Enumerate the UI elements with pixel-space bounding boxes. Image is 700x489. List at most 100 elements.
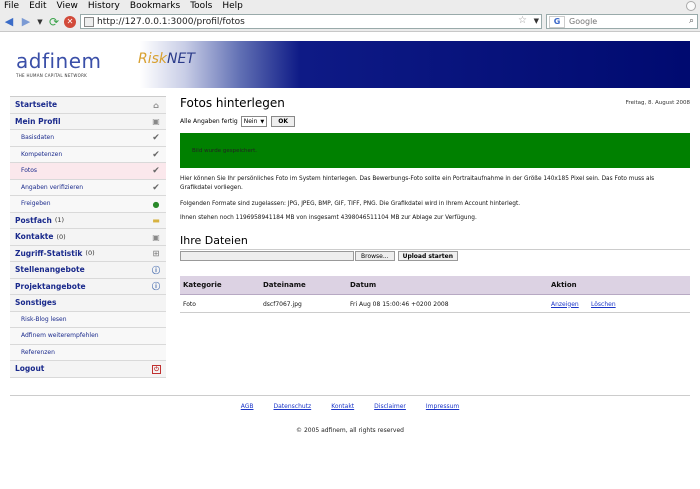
column-header-aktion: Aktion [551, 281, 577, 289]
column-header-kategorie: Kategorie [183, 281, 222, 289]
footer-link-impressum[interactable]: Impressum [426, 403, 459, 410]
stop-icon[interactable]: ✕ [64, 15, 76, 28]
risknet-logo-b: NET [167, 51, 195, 67]
sidebar-item-freigeben[interactable]: Freigeben ● [10, 196, 166, 213]
page-title: Fotos hinterlegen [180, 96, 285, 110]
upload-button[interactable]: Upload starten [397, 251, 459, 261]
sidebar-item-risk-blog[interactable]: Risk-Blog lesen [10, 311, 166, 328]
page-date: Freitag, 8. August 2008 [625, 100, 690, 106]
checkmark-icon: ✔ [152, 149, 160, 160]
completion-label: Alle Angaben fertig [180, 118, 238, 125]
browse-button[interactable]: Browse... [355, 251, 395, 261]
footer-link-disclaimer[interactable]: Disclaimer [374, 403, 406, 410]
sidebar-item-label: Stellenangebote [15, 265, 85, 275]
cell-kategorie: Foto [183, 300, 196, 308]
ok-button[interactable]: OK [271, 116, 296, 127]
sidebar-item-angaben-verifizieren[interactable]: Angaben verifizieren ✔ [10, 179, 166, 196]
sidebar-item-label: Kompetenzen [21, 150, 63, 158]
sidebar-item-projektangebote[interactable]: Projektangebote ⓘ [10, 278, 166, 295]
table-row: Foto dscf7067.jpg Fri Aug 08 15:00:46 +0… [180, 296, 690, 313]
file-path-input[interactable] [180, 251, 354, 261]
upload-form: Browse... Upload starten [180, 251, 459, 261]
success-message: Bild wurde gespeichert. [180, 133, 690, 168]
power-icon: ⏻ [152, 365, 161, 374]
sidebar-item-label: Postfach [15, 215, 52, 225]
search-icon[interactable]: ⌕ [689, 16, 694, 26]
files-heading: Ihre Dateien [180, 234, 690, 250]
copyright: © 2005 adfinem, all rights reserved [296, 427, 404, 434]
url-dropdown-icon[interactable]: ▼ [534, 17, 539, 25]
sidebar-item-zugriff-statistik[interactable]: Zugriff-Statistik (0) ⊞ [10, 245, 166, 262]
sidebar-item-label: Basisdaten [21, 134, 55, 142]
intro-text: Hier können Sie Ihr persönliches Foto im… [180, 176, 655, 191]
checkmark-icon: ✔ [152, 182, 160, 193]
sidebar-item-postfach[interactable]: Postfach (1) ▬ [10, 212, 166, 229]
search-bar[interactable]: G ⌕ [546, 14, 698, 29]
sidebar-item-label: Risk-Blog lesen [21, 315, 67, 323]
sidebar-section-sonstiges: Sonstiges [10, 295, 166, 312]
footer-link-kontakt[interactable]: Kontakt [331, 403, 354, 410]
sidebar-item-kompetenzen[interactable]: Kompetenzen ✔ [10, 146, 166, 163]
sidebar-item-logout[interactable]: Logout ⏻ [10, 361, 166, 378]
profile-card-icon: ▣ [152, 117, 160, 126]
completion-select[interactable]: Nein ▼ [240, 116, 268, 127]
postfach-count: (1) [54, 216, 65, 225]
browser-toolbar: ◀ ▶ ▼ ⟳ ✕ ⌂ http://127.0.0.1:3000/profil… [0, 12, 700, 32]
footer-link-agb[interactable]: AGB [241, 403, 254, 410]
menu-view[interactable]: View [57, 1, 78, 11]
menu-history[interactable]: History [88, 1, 120, 11]
throbber-icon [686, 1, 696, 11]
globe-icon: ● [152, 199, 160, 209]
footer-divider [10, 395, 690, 396]
contacts-icon: ▣ [152, 232, 160, 242]
sidebar-item-kontakte[interactable]: Kontakte (0) ▣ [10, 229, 166, 246]
footer-links: AGB Datenschutz Kontakt Disclaimer Impre… [0, 403, 700, 410]
show-link[interactable]: Anzeigen [551, 296, 579, 312]
search-input[interactable] [569, 17, 679, 26]
sidebar-item-referenzen[interactable]: Referenzen [10, 344, 166, 361]
checkmark-icon: ✔ [152, 133, 160, 143]
delete-link[interactable]: Löschen [591, 296, 616, 312]
cell-dateiname: dscf7067.jpg [263, 300, 302, 308]
sidebar-item-weiterempfehlen[interactable]: Adfinem weiterempfehlen [10, 328, 166, 345]
back-arrow-icon[interactable]: ◀ [2, 15, 16, 29]
sidebar-item-mein-profil[interactable]: Mein Profil ▣ [10, 113, 166, 130]
select-arrow-icon: ▼ [260, 118, 265, 125]
sidebar-item-label: Fotos [21, 167, 38, 175]
sidebar-item-label: Mein Profil [15, 116, 61, 126]
statistics-icon: ⊞ [152, 249, 160, 258]
search-engine-icon[interactable]: G [549, 15, 565, 28]
menu-bookmarks[interactable]: Bookmarks [130, 1, 180, 11]
sidebar-item-basisdaten[interactable]: Basisdaten ✔ [10, 130, 166, 147]
zugriff-count: (0) [85, 249, 95, 258]
menu-help[interactable]: Help [222, 1, 243, 11]
menu-file[interactable]: File [4, 1, 19, 11]
address-bar[interactable]: http://127.0.0.1:3000/profil/fotos ☆ ▼ [80, 14, 542, 29]
adfinem-logo[interactable]: adfinem [16, 49, 102, 73]
sidebar-item-label: Projektangebote [15, 281, 86, 291]
kontakte-count: (0) [56, 232, 66, 241]
sidebar-item-startseite[interactable]: Startseite ⌂ [10, 97, 166, 114]
menu-tools[interactable]: Tools [190, 1, 212, 11]
bookmark-star-icon[interactable]: ☆ [518, 15, 527, 26]
footer-link-datenschutz[interactable]: Datenschutz [274, 403, 312, 410]
risknet-logo-a: Risk [138, 51, 168, 67]
risknet-logo: RiskNET [138, 51, 195, 67]
sidebar-item-fotos[interactable]: Fotos ✔ [10, 163, 166, 180]
column-header-dateiname: Dateiname [263, 281, 306, 289]
sidebar-item-stellenangebote[interactable]: Stellenangebote ⓘ [10, 262, 166, 279]
sidebar-nav: Startseite ⌂ Mein Profil ▣ Basisdaten ✔ … [10, 96, 166, 378]
menu-edit[interactable]: Edit [29, 1, 46, 11]
house-icon: ⌂ [153, 100, 159, 110]
formats-text: Folgenden Formate sind zugelassen: JPG, … [180, 201, 521, 207]
logo-tagline: THE HUMAN CAPITAL NETWORK [16, 73, 88, 78]
history-dropdown-icon[interactable]: ▼ [36, 15, 44, 29]
sidebar-item-label: Zugriff-Statistik [15, 248, 83, 258]
address-url[interactable]: http://127.0.0.1:3000/profil/fotos [97, 17, 245, 27]
forward-arrow-icon[interactable]: ▶ [19, 15, 33, 29]
reload-icon[interactable]: ⟳ [47, 15, 61, 29]
folder-icon: ▬ [152, 216, 160, 225]
sidebar-item-label: Referenzen [21, 348, 55, 356]
sidebar-item-label: Logout [15, 364, 45, 374]
files-table-header: Kategorie Dateiname Datum Aktion [180, 276, 690, 295]
